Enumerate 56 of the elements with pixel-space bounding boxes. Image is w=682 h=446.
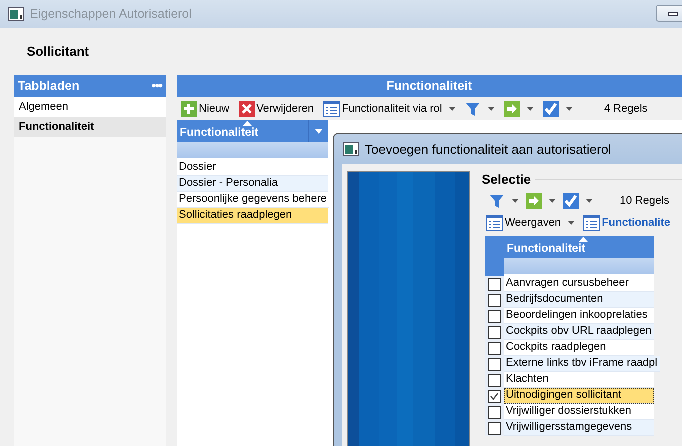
grid-row[interactable]: Vrijwilligersstamgegevens bbox=[504, 420, 654, 436]
grid-row[interactable]: Externe links tbv iFrame raadpl bbox=[504, 356, 660, 372]
row-count: 10 Regels bbox=[620, 195, 670, 207]
check-icon bbox=[543, 100, 560, 116]
row-checkbox[interactable] bbox=[488, 294, 501, 306]
arrow-button[interactable] bbox=[524, 191, 558, 211]
sort-icon bbox=[242, 121, 252, 126]
row-checkbox[interactable] bbox=[488, 326, 501, 338]
delete-icon bbox=[238, 100, 255, 116]
panel-title: Functionaliteit bbox=[177, 75, 682, 97]
list-button[interactable]: Functionalite bbox=[581, 213, 673, 233]
list-icon bbox=[486, 215, 503, 231]
row-checkbox[interactable] bbox=[488, 374, 501, 386]
window-title: Eigenschappen Autorisatierol bbox=[30, 7, 192, 21]
row-checkbox[interactable] bbox=[488, 422, 501, 434]
arrow-icon bbox=[526, 193, 542, 209]
tab-item[interactable]: Functionaliteit bbox=[14, 117, 166, 137]
arrow-icon bbox=[504, 100, 520, 116]
row-selector-column bbox=[485, 258, 504, 276]
group-label: Selectie bbox=[482, 172, 532, 186]
list-button[interactable]: Functionaliteit via rol bbox=[321, 98, 458, 118]
row-checkbox[interactable] bbox=[488, 278, 501, 290]
arrow-button[interactable] bbox=[502, 98, 536, 118]
check-button[interactable] bbox=[561, 191, 595, 211]
add-button[interactable]: Nieuw bbox=[179, 98, 232, 118]
caret-icon bbox=[314, 128, 322, 134]
row-checkbox[interactable] bbox=[488, 390, 501, 402]
list-icon bbox=[583, 215, 600, 231]
row-checkbox[interactable] bbox=[488, 358, 501, 370]
panel-title: Tabbladen bbox=[18, 79, 80, 93]
plus-icon bbox=[181, 100, 197, 116]
sort-icon bbox=[579, 237, 588, 242]
row-checkbox[interactable] bbox=[488, 406, 501, 418]
row-count: 4 Regels bbox=[604, 102, 648, 114]
filter-icon bbox=[489, 193, 505, 209]
grid-row[interactable]: Sollicitaties raadplegen bbox=[177, 208, 328, 224]
grid-row[interactable]: Uitnodigingen sollicitant bbox=[504, 388, 654, 404]
row-checkbox[interactable] bbox=[488, 310, 501, 322]
row-checkbox[interactable] bbox=[488, 342, 501, 354]
list-button[interactable]: Weergaven bbox=[484, 213, 578, 233]
check-button[interactable] bbox=[541, 98, 576, 118]
tab-item[interactable]: Algemeen bbox=[14, 97, 166, 117]
minimize-icon bbox=[668, 12, 678, 16]
grid-row[interactable]: Bedrijfsdocumenten bbox=[504, 292, 654, 308]
list-icon bbox=[323, 100, 340, 116]
window-icon bbox=[343, 142, 359, 156]
grid-row[interactable]: Dossier - Personalia bbox=[177, 176, 328, 192]
grid-row[interactable]: Cockpits obv URL raadplegen bbox=[504, 324, 654, 340]
record-heading: Sollicitant bbox=[26, 43, 90, 59]
check-icon bbox=[563, 193, 579, 209]
window-icon bbox=[8, 7, 24, 21]
filter-icon bbox=[465, 100, 482, 116]
dialog-title: Toevoegen functionaliteit aan autorisatierol bbox=[365, 142, 612, 156]
minimize-button[interactable] bbox=[656, 5, 682, 22]
delete-button[interactable]: Verwijderen bbox=[236, 98, 316, 118]
panel-menu-button[interactable]: ••• bbox=[152, 79, 162, 93]
